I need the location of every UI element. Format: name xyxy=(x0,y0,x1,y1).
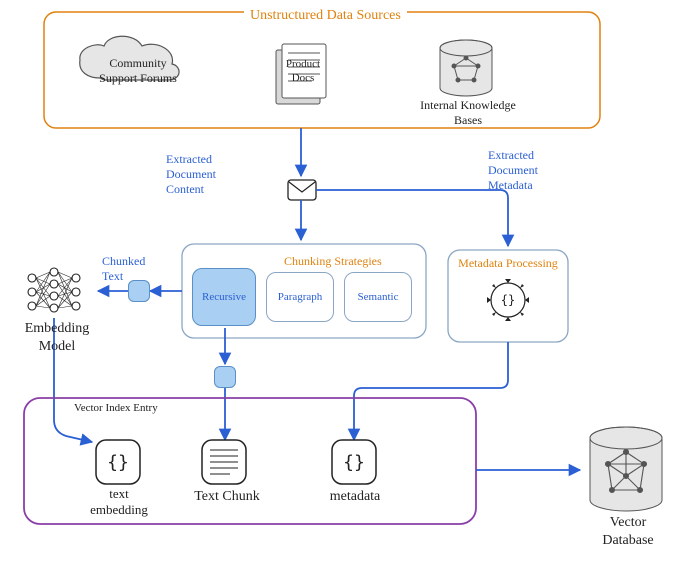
forums-label: Community Support Forums xyxy=(88,56,188,86)
connector-chunked xyxy=(128,280,150,302)
extracted-metadata-label: Extracted Document Metadata xyxy=(488,148,568,193)
metadata-label: metadata xyxy=(320,488,390,506)
connector-below-recursive xyxy=(214,366,236,388)
svg-text:{}: {} xyxy=(343,452,365,473)
vector-entry-title: Vector Index Entry xyxy=(74,402,158,416)
arrow-metadata-down xyxy=(354,342,508,440)
arrow-embedding-to-textembedding xyxy=(54,318,92,442)
metadata-title: Metadata Processing xyxy=(452,254,564,273)
text-chunk-label: Text Chunk xyxy=(182,488,272,506)
vector-db-label: Vector Database xyxy=(588,514,668,549)
sources-title: Unstructured Data Sources xyxy=(244,5,407,27)
gear-icon: {} xyxy=(487,279,529,321)
database-icon-vector xyxy=(590,427,662,511)
vector-entry-container xyxy=(24,398,476,524)
metadata-container xyxy=(448,250,568,342)
kb-label: Internal Knowledge Bases xyxy=(408,98,528,128)
text-chunk-node xyxy=(202,440,246,484)
arrow-envelope-to-metadata xyxy=(316,190,508,246)
neural-net-icon xyxy=(28,268,80,312)
chunking-paragraph: Paragraph xyxy=(266,272,334,322)
cloud-icon xyxy=(80,36,179,80)
text-embedding-node: {} xyxy=(96,440,140,484)
docs-label: Product Docs xyxy=(278,58,328,86)
sources-container xyxy=(44,12,600,128)
metadata-node: {} xyxy=(332,440,376,484)
envelope-icon xyxy=(288,180,316,200)
document-icon xyxy=(276,44,326,104)
chunking-title: Chunking Strategies xyxy=(278,252,388,271)
svg-text:{}: {} xyxy=(501,293,515,307)
chunking-semantic: Semantic xyxy=(344,272,412,322)
svg-text:{}: {} xyxy=(107,452,129,473)
chunking-recursive: Recursive xyxy=(192,268,256,326)
database-icon-kb xyxy=(440,40,492,96)
text-embedding-label: text embedding xyxy=(84,486,154,519)
embedding-model-label: Embedding Model xyxy=(12,320,102,355)
extracted-content-label: Extracted Document Content xyxy=(166,152,246,197)
